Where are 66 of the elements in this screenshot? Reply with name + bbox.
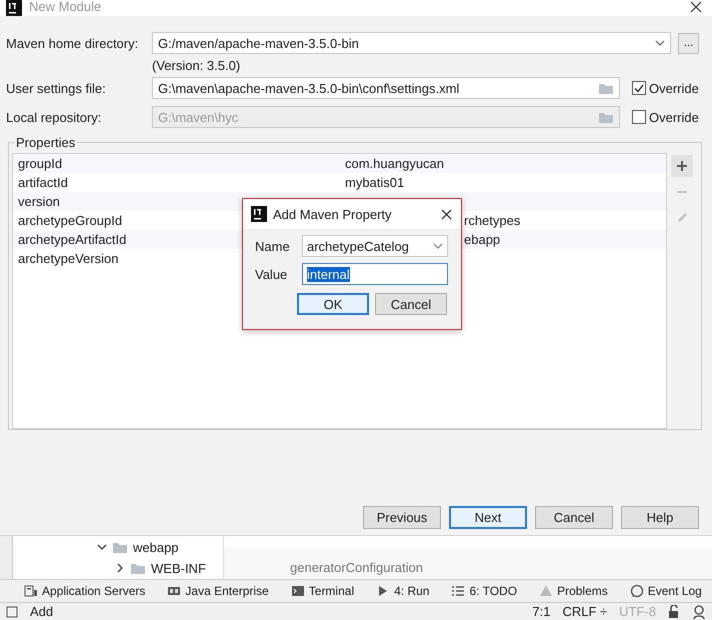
app-logo-icon [251,206,267,222]
tool-window-tab[interactable]: 6: TODO [451,584,518,598]
dialog-button[interactable]: OK [297,293,369,315]
field-label: Local repository: [6,110,102,124]
speech-bubble-icon [630,584,644,598]
window-title: New Module [29,0,102,15]
terminal-icon [290,584,305,598]
table-cell: archetypeGroupId [18,213,122,228]
dialog-button[interactable]: Help [621,506,699,529]
tree-item[interactable]: WEB-INF [151,560,206,576]
table-cell: groupId [18,156,62,171]
field-label: Maven home directory: [6,36,140,50]
browse-button[interactable]: ... [678,32,699,54]
close-icon[interactable] [441,208,452,220]
dialog-button[interactable]: Cancel [375,293,447,315]
field-label: Name [255,238,291,254]
table-cell: rchetypes [464,213,520,228]
tree-item[interactable]: webapp [133,540,179,554]
close-icon[interactable] [690,1,702,13]
tool-window-tab[interactable]: Java Enterprise [167,584,269,598]
field-label: Value [255,266,288,282]
folder-icon [598,110,614,124]
checkbox-label: Override [649,110,699,124]
maven-home-dropdown[interactable]: G:/maven/apache-maven-3.5.0-bin [152,32,671,54]
checkmark-icon [634,84,644,92]
table-cell: mybatis01 [345,175,404,190]
status-message: Add [30,604,54,619]
table-cell: ebapp [464,232,500,247]
version-text: (Version: 3.5.0) [151,57,242,75]
checkbox[interactable] [632,81,646,95]
chevron-down-icon [655,40,665,46]
tool-window-tab[interactable]: Terminal [290,584,354,598]
dialog-button[interactable]: Cancel [535,506,613,529]
table-cell: version [18,194,60,209]
window-icon [167,584,182,598]
user-settings-field[interactable]: G:\maven\apache-maven-3.5.0-bin\conf\settings.xml [152,77,620,99]
checkbox-label: Override [649,80,699,96]
table-cell: com.huangyucan [345,156,444,171]
add-icon[interactable] [676,160,688,172]
chevron-down-icon [433,243,443,249]
table-cell: artifactId [18,175,68,190]
tool-window-tab[interactable]: 4: Run [376,584,430,598]
value-field[interactable]: internal [302,263,448,285]
cursor-position[interactable]: 7:1 [532,604,550,619]
field-label: User settings file: [6,80,107,96]
lock-icon [668,605,680,618]
group-title: Properties [14,135,78,150]
server-icon [24,584,38,598]
folder-icon [598,82,614,94]
warning-icon [539,584,554,598]
tool-window-tab[interactable]: Event Log [630,584,702,598]
dialog-button[interactable]: Next [449,506,527,529]
dialog-button[interactable]: Previous [363,506,441,529]
inspector-icon [692,604,706,618]
name-dropdown[interactable]: archetypeCatelog [302,235,448,257]
square-icon [6,606,18,618]
table-cell: archetypeArtifactId [18,232,126,247]
folder-icon [130,562,146,574]
dialog-title: Add Maven Property [273,206,393,222]
line-separator[interactable]: CRLF ÷ [562,604,608,619]
table-cell: archetypeVersion [18,251,118,266]
list-icon [451,584,466,598]
tool-window-tab[interactable]: Application Servers [24,584,146,598]
editor-text: generatorConfiguration [290,560,423,575]
tool-window-tab[interactable]: Problems [539,584,608,598]
folder-icon [112,540,128,554]
